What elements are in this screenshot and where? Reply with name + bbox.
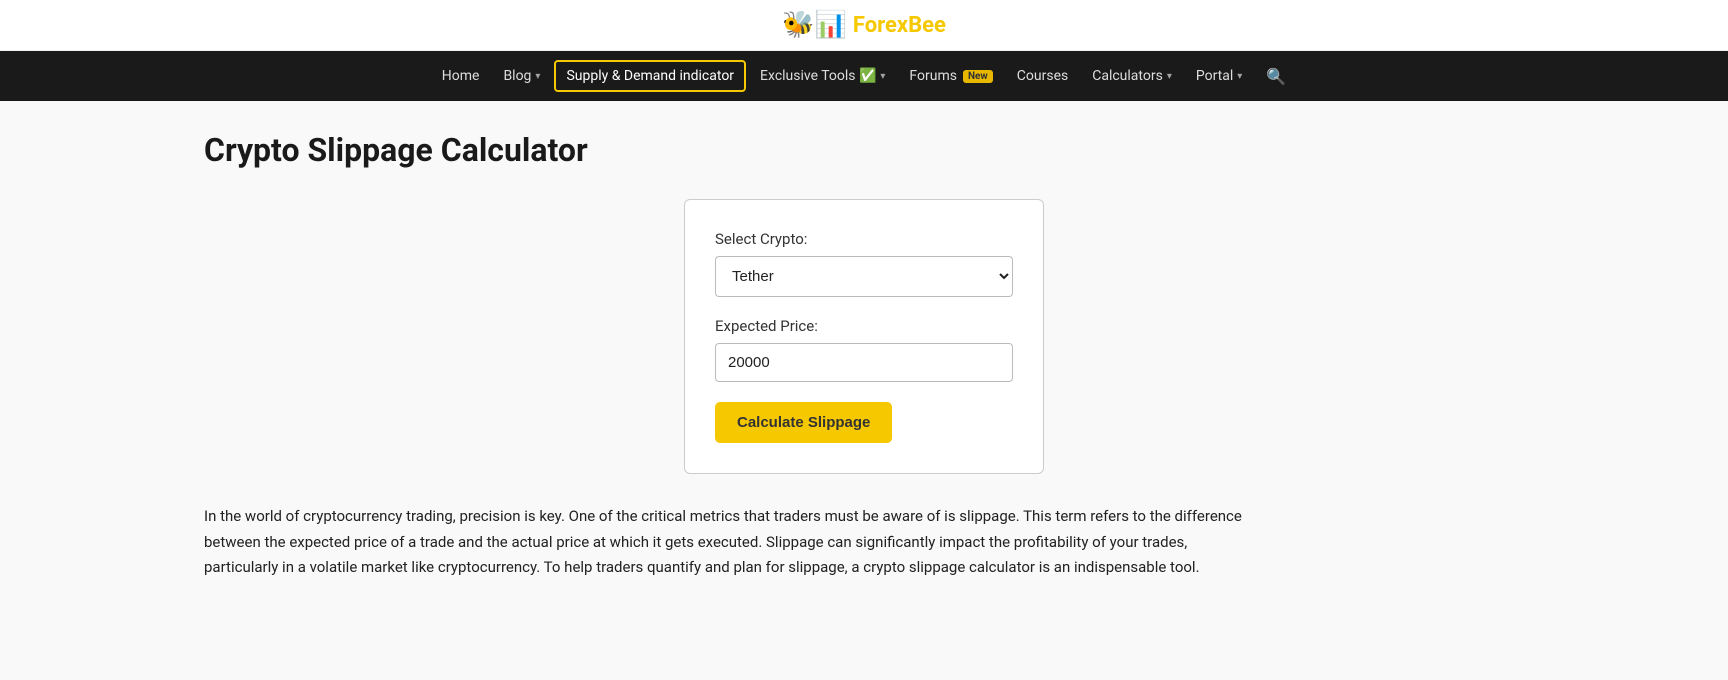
nav-item-calculators[interactable]: Calculators ▾ xyxy=(1082,62,1182,90)
nav-item-forums[interactable]: Forums New xyxy=(899,62,1002,90)
crypto-select[interactable]: Tether Bitcoin Ethereum Binance Coin Car… xyxy=(715,256,1013,297)
calculators-chevron-icon: ▾ xyxy=(1167,71,1172,82)
page-title: Crypto Slippage Calculator xyxy=(204,131,1524,169)
logo-text: ForexBee xyxy=(853,13,946,38)
main-nav: Home Blog ▾ Supply & Demand indicator Ex… xyxy=(0,51,1728,101)
main-content: Crypto Slippage Calculator Select Crypto… xyxy=(164,101,1564,611)
blog-chevron-icon: ▾ xyxy=(535,71,540,82)
nav-item-supply-demand[interactable]: Supply & Demand indicator xyxy=(554,60,746,92)
calculator-card: Select Crypto: Tether Bitcoin Ethereum B… xyxy=(684,199,1044,474)
logo[interactable]: 🐝📊 ForexBee xyxy=(782,10,946,40)
logo-bee-icon: 🐝📊 xyxy=(782,10,847,40)
select-crypto-label: Select Crypto: xyxy=(715,230,1013,248)
forums-new-badge: New xyxy=(963,70,993,83)
nav-item-blog[interactable]: Blog ▾ xyxy=(493,62,550,90)
nav-item-courses[interactable]: Courses xyxy=(1007,62,1078,90)
nav-item-home[interactable]: Home xyxy=(432,62,490,90)
site-header: 🐝📊 ForexBee xyxy=(0,0,1728,51)
nav-item-portal[interactable]: Portal ▾ xyxy=(1186,62,1252,90)
exclusive-tools-chevron-icon: ▾ xyxy=(880,71,885,82)
description-text: In the world of cryptocurrency trading, … xyxy=(204,504,1254,581)
nav-item-exclusive-tools[interactable]: Exclusive Tools ✅ ▾ xyxy=(750,62,895,90)
expected-price-label: Expected Price: xyxy=(715,317,1013,335)
portal-chevron-icon: ▾ xyxy=(1237,71,1242,82)
search-icon[interactable]: 🔍 xyxy=(1256,61,1296,92)
expected-price-input[interactable] xyxy=(715,343,1013,382)
calculate-slippage-button[interactable]: Calculate Slippage xyxy=(715,402,892,443)
